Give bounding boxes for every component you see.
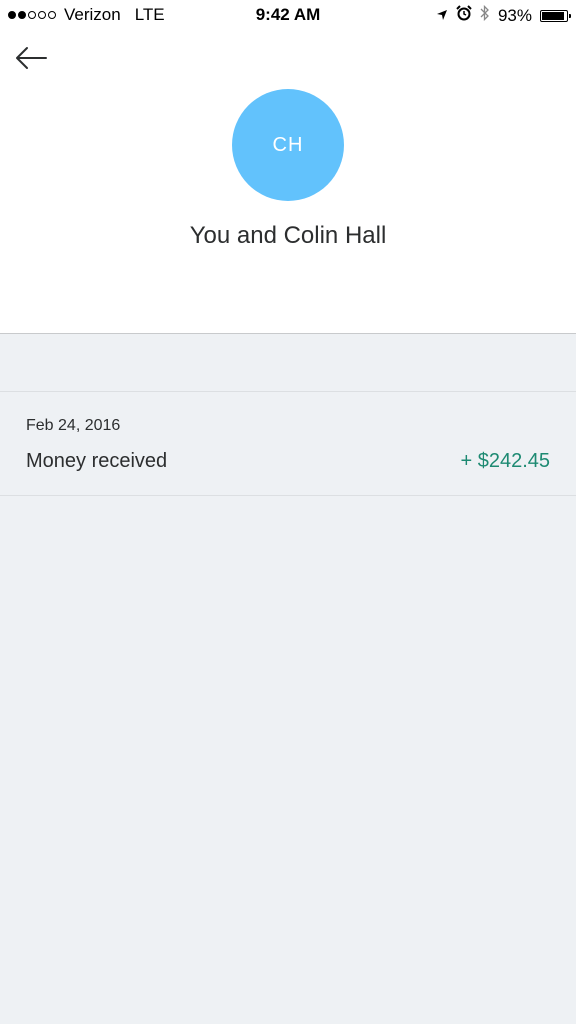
conversation-header: CH You and Colin Hall (0, 30, 576, 334)
avatar: CH (232, 89, 344, 201)
location-arrow-icon (436, 6, 448, 26)
status-right: 93% (436, 4, 571, 26)
bluetooth-icon (480, 4, 490, 26)
battery-icon (540, 9, 571, 22)
alarm-clock-icon (456, 5, 472, 26)
back-button[interactable] (12, 40, 52, 80)
transaction-description: Money received (26, 450, 168, 472)
battery-fill (542, 11, 565, 20)
transaction-amount: + $242.45 (460, 450, 550, 472)
transaction-date: Feb 24, 2016 (26, 417, 121, 434)
transaction-row[interactable]: Feb 24, 2016 Money received + $242.45 (0, 392, 576, 496)
status-bar: Verizon LTE 9:42 AM 93% (0, 0, 576, 30)
page-title: You and Colin Hall (189, 222, 387, 249)
back-arrow-icon (16, 47, 47, 69)
battery-percentage: 93% (497, 5, 532, 25)
